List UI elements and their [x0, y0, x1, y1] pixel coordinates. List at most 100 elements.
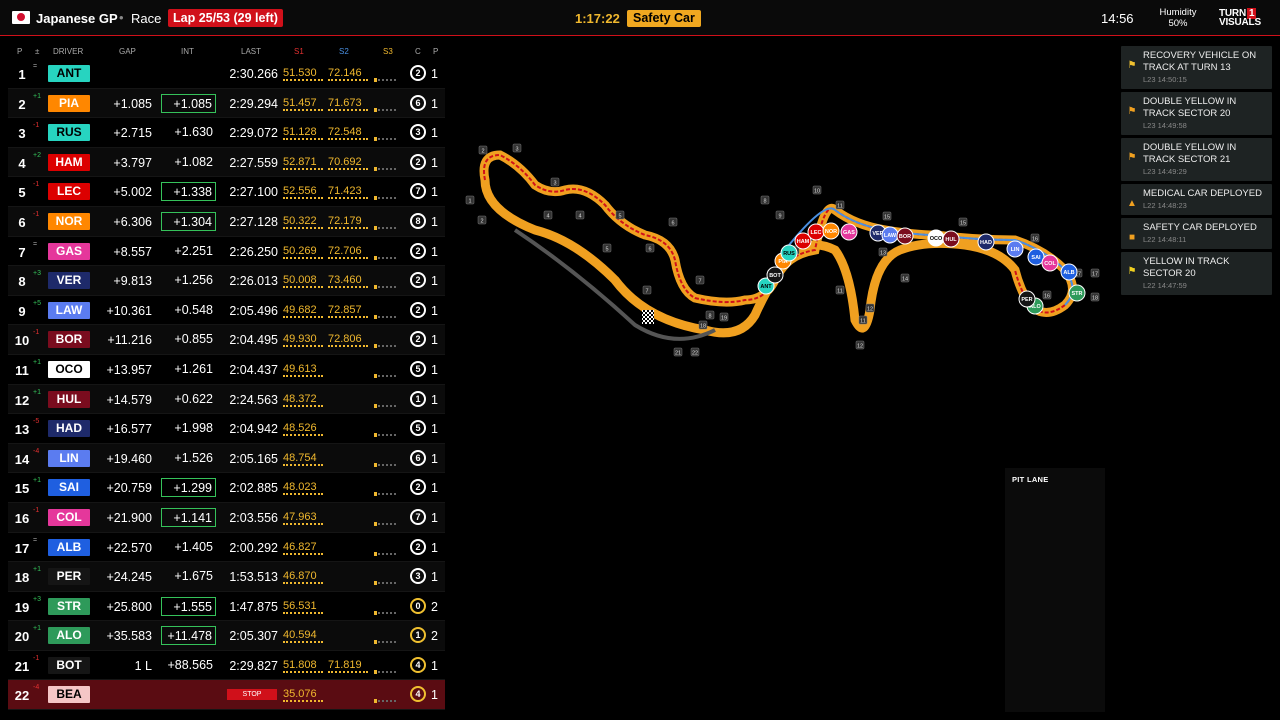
- car-marker-lin[interactable]: LIN: [1006, 240, 1024, 258]
- tyre-stint-icon: 2: [410, 479, 426, 496]
- pit-stops: 1: [431, 362, 438, 377]
- table-row[interactable]: 19 +3 STR +25.800 +1.555 1:47.875 56.531 0 2: [8, 592, 445, 622]
- table-row[interactable]: 14 -4 LIN +19.460 +1.526 2:05.165 48.754 6 1: [8, 443, 445, 474]
- race-control-message[interactable]: ▲ MEDICAL CAR DEPLOYED L22 14:48:23: [1121, 184, 1272, 215]
- col-driver[interactable]: DRIVER: [53, 47, 83, 56]
- sector-1-minisectors: [283, 463, 323, 466]
- sector-1-time: 56.531: [283, 599, 317, 612]
- gap: +13.957: [106, 362, 152, 377]
- gap: +8.557: [113, 244, 152, 259]
- table-row[interactable]: 18 +1 PER +24.245 +1.675 1:53.513 46.870 3 1: [8, 562, 445, 592]
- table-row[interactable]: 1 = ANT 2:30.266 51.530 72.146 2 1: [8, 59, 445, 89]
- race-control-message[interactable]: ⚑ DOUBLE YELLOW IN TRACK SECTOR 20 L23 14:…: [1121, 92, 1272, 135]
- table-row[interactable]: 10 -1 BOR +11.216 +0.855 2:04.495 49.930 72.806…: [8, 325, 445, 355]
- position-change: -1: [33, 329, 40, 337]
- table-row[interactable]: 5 -1 LEC +5.002 +1.338 2:27.100 52.556 71.423 7 1: [8, 177, 445, 207]
- sector-1-minisectors: [283, 79, 323, 81]
- car-marker-alb[interactable]: ALB: [1060, 263, 1078, 281]
- table-row[interactable]: 11 +1 OCO +13.957 +1.261 2:04.437 49.613 5 1: [8, 355, 445, 385]
- table-row[interactable]: 2 +1 PIA +1.085 +1.085 2:29.294 51.457 71.673 6 1: [8, 88, 445, 119]
- driver-badge: VER: [48, 272, 90, 290]
- tyre-stint-icon: 1: [410, 390, 426, 407]
- driver-badge: BOR: [48, 331, 90, 349]
- tyre-stint-icon: 2: [410, 242, 426, 259]
- interval: +1.998: [174, 421, 213, 436]
- col-interval[interactable]: INT: [181, 47, 194, 56]
- sector-2-minisectors: [328, 197, 368, 200]
- car-marker-lec[interactable]: LEC: [807, 223, 825, 241]
- table-row[interactable]: 9 +5 LAW +10.361 +0.548 2:05.496 49.682 72.857 2…: [8, 296, 445, 326]
- sector-3-minisectors: [374, 551, 396, 556]
- svg-text:3: 3: [515, 147, 518, 153]
- table-row[interactable]: 8 +3 VER +9.813 +1.256 2:26.013 50.008 73.460 2 1: [8, 266, 445, 296]
- table-row[interactable]: 21 -1 BOT 1 L +88.565 2:29.827 51.808 71.819 4 1: [8, 651, 445, 681]
- table-row[interactable]: 20 +1 ALO +35.583 +11.478 2:05.307 40.594 1 2: [8, 621, 445, 651]
- car-marker-str[interactable]: STR: [1068, 284, 1086, 302]
- car-marker-law[interactable]: LAW: [881, 226, 899, 244]
- sector-1-minisectors: [283, 670, 323, 673]
- col-compound[interactable]: C: [415, 47, 421, 56]
- sector-3-minisectors: [374, 699, 396, 704]
- table-row[interactable]: 7 = GAS +8.557 +2.251 2:26.250 50.269 72.706 2 1: [8, 237, 445, 267]
- col-sector-1[interactable]: S1: [294, 47, 304, 56]
- position-change: =: [33, 63, 38, 70]
- tyre-stint-icon: 1: [410, 627, 426, 644]
- interval: +2.251: [174, 243, 213, 258]
- position-change: +3: [33, 595, 41, 603]
- car-marker-bot[interactable]: BOT: [766, 266, 784, 284]
- tyre-stint-icon: 7: [410, 508, 426, 525]
- svg-text:18: 18: [700, 324, 706, 330]
- sector-1-minisectors: [283, 700, 323, 703]
- svg-text:4: 4: [578, 214, 581, 220]
- table-row[interactable]: 22 -4 BEA STOP 35.076 4 1: [8, 680, 445, 711]
- car-marker-hul[interactable]: HUL: [942, 230, 960, 248]
- table-row[interactable]: 15 +1 SAI +20.759 +1.299 2:02.885 48.023 2 1: [8, 473, 445, 503]
- col-pits[interactable]: P: [433, 47, 438, 56]
- car-marker-oco[interactable]: OCO: [927, 229, 945, 247]
- table-row[interactable]: 4 +2 HAM +3.797 +1.082 2:27.559 52.871 70.692 2 1: [8, 147, 445, 178]
- col-gap[interactable]: GAP: [119, 47, 136, 56]
- sector-2-minisectors: [328, 138, 368, 141]
- car-marker-bor[interactable]: BOR: [896, 227, 914, 245]
- table-row[interactable]: 17 = ALB +22.570 +1.405 2:00.292 46.827 2 1: [8, 533, 445, 563]
- svg-text:OCO: OCO: [930, 236, 943, 242]
- table-row[interactable]: 16 -1 COL +21.900 +1.141 2:03.556 47.963 7 1: [8, 502, 445, 533]
- tyre-stint-icon: 4: [410, 656, 426, 673]
- tyre-stint-icon: 8: [410, 212, 426, 229]
- col-last-lap[interactable]: LAST: [241, 47, 261, 56]
- svg-text:RUS: RUS: [783, 251, 795, 257]
- race-control-message[interactable]: ■ SAFETY CAR DEPLOYED L22 14:48:11: [1121, 218, 1272, 249]
- turn-marker: 7: [642, 285, 652, 295]
- last-lap: 2:05.307: [229, 629, 278, 644]
- table-row[interactable]: 3 -1 RUS +2.715 +1.630 2:29.072 51.128 72.548 3 1: [8, 118, 445, 148]
- car-marker-per[interactable]: PER: [1018, 290, 1036, 308]
- table-row[interactable]: 12 +1 HUL +14.579 +0.622 2:24.563 48.372 1 1: [8, 384, 445, 415]
- car-marker-had[interactable]: HAD: [977, 233, 995, 251]
- svg-text:6: 6: [648, 247, 651, 253]
- driver-badge: HAM: [48, 153, 90, 171]
- race-control-message[interactable]: ⚑ DOUBLE YELLOW IN TRACK SECTOR 21 L23 14:…: [1121, 138, 1272, 181]
- sector-3-minisectors: [374, 255, 396, 260]
- col-sector-3[interactable]: S3: [383, 47, 393, 56]
- interval: +11.478: [161, 626, 216, 646]
- svg-text:10: 10: [814, 189, 820, 195]
- col-position[interactable]: P: [17, 47, 22, 56]
- car-marker-gas[interactable]: GAS: [840, 223, 858, 241]
- last-lap: 2:03.556: [229, 510, 278, 525]
- car-marker-col[interactable]: COL: [1041, 254, 1059, 272]
- table-row[interactable]: 6 -1 NOR +6.306 +1.304 2:27.128 50.322 72.179 8 1: [8, 206, 445, 237]
- col-change[interactable]: ±: [35, 47, 39, 56]
- svg-text:12: 12: [857, 344, 863, 350]
- interval: +88.565: [167, 657, 213, 672]
- sector-3-minisectors: [374, 196, 396, 201]
- race-control-message[interactable]: ⚑ RECOVERY VEHICLE ON TRACK AT TURN 13 L23…: [1121, 46, 1272, 89]
- interval: +1.338: [161, 182, 216, 202]
- sector-1-time: 52.556: [283, 185, 317, 198]
- car-marker-rus[interactable]: RUS: [780, 244, 798, 262]
- col-sector-2[interactable]: S2: [339, 47, 349, 56]
- position-change: =: [33, 536, 38, 544]
- race-control-message[interactable]: ⚑ YELLOW IN TRACK SECTOR 20 L22 14:47:59: [1121, 252, 1272, 295]
- tyre-stint-icon: 2: [410, 538, 426, 555]
- car-marker-nor[interactable]: NOR: [822, 222, 840, 240]
- table-row[interactable]: 13 -5 HAD +16.577 +1.998 2:04.942 48.526 5 1: [8, 414, 445, 444]
